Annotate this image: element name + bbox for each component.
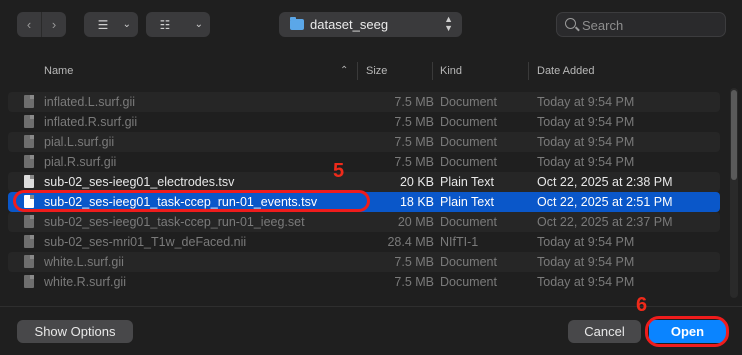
scrollbar[interactable] [730, 88, 738, 298]
file-name: white.L.surf.gii [44, 255, 124, 269]
location-label: dataset_seeg [310, 17, 389, 32]
column-kind[interactable]: Kind [440, 65, 462, 77]
file-date-added: Oct 22, 2025 at 2:51 PM [537, 195, 673, 209]
document-icon [24, 115, 34, 128]
annotation-step-5: 5 [333, 160, 345, 182]
file-row[interactable]: sub-02_ses-ieeg01_electrodes.tsv 20 KB Pla… [8, 172, 720, 192]
column-size[interactable]: Size [366, 65, 387, 77]
file-row[interactable]: sub-02_ses-mri01_T1w_deFaced.nii 28.4 MB N… [8, 232, 720, 252]
chevron-right-icon[interactable]: › [42, 12, 66, 37]
document-icon [24, 135, 34, 148]
chevron-left-icon[interactable]: ‹ [17, 12, 41, 37]
document-icon [24, 255, 34, 268]
file-row[interactable]: sub-02_ses-ieeg01_task-ccep_run-01_ieeg.… [8, 212, 720, 232]
folder-icon [290, 17, 304, 30]
column-header: Name ⌃ Size Kind Date Added [0, 58, 742, 84]
grid-view-button[interactable]: ☷ ⌄ [146, 12, 210, 37]
file-name: white.R.surf.gii [44, 275, 126, 289]
file-size: 7.5 MB [394, 95, 434, 109]
file-size: 7.5 MB [394, 135, 434, 149]
file-size: 7.5 MB [394, 255, 434, 269]
location-popup[interactable]: dataset_seeg ▲ ▼ [279, 12, 462, 37]
file-size: 18 KB [399, 195, 434, 209]
file-date-added: Today at 9:54 PM [537, 155, 635, 169]
document-icon [24, 275, 34, 288]
sort-ascending-icon[interactable]: ⌃ [340, 65, 348, 76]
file-row[interactable]: white.L.surf.gii 7.5 MB Document Today at 9… [8, 252, 720, 272]
file-date-added: Today at 9:54 PM [537, 95, 635, 109]
file-row[interactable]: pial.R.surf.gii 7.5 MB Document Today at 9:… [8, 152, 720, 172]
document-icon [24, 155, 34, 168]
search-placeholder: Search [582, 18, 624, 33]
file-date-added: Today at 9:54 PM [537, 275, 635, 289]
file-size: 28.4 MB [387, 235, 434, 249]
updown-chevron-icon: ▲ ▼ [444, 14, 453, 33]
grid-view-icon: ☷ [159, 17, 171, 32]
cancel-button[interactable]: Cancel [568, 320, 641, 343]
show-options-button[interactable]: Show Options [17, 320, 133, 343]
file-size: 20 MB [397, 215, 434, 229]
column-date-added[interactable]: Date Added [537, 65, 595, 77]
open-file-dialog: ‹ › ☰ ⌄ ☷ ⌄ dataset_seeg ▲ ▼ Search Name … [0, 0, 742, 355]
file-kind: Document [440, 155, 497, 169]
column-name[interactable]: Name [44, 65, 73, 77]
file-date-added: Today at 9:54 PM [537, 255, 635, 269]
file-row[interactable]: inflated.L.surf.gii 7.5 MB Document Today a… [8, 92, 720, 112]
file-kind: Document [440, 215, 497, 229]
file-row[interactable]: inflated.R.surf.gii 7.5 MB Document Today a… [8, 112, 720, 132]
file-name: pial.R.surf.gii [44, 155, 117, 169]
navigation-buttons: ‹ › [17, 12, 66, 37]
file-kind: Document [440, 275, 497, 289]
file-row[interactable]: white.R.surf.gii 7.5 MB Document Today at 9… [8, 272, 720, 292]
file-name: inflated.R.surf.gii [44, 115, 138, 129]
file-date-added: Today at 9:54 PM [537, 235, 635, 249]
file-kind: Document [440, 115, 497, 129]
list-view-button[interactable]: ☰ ⌄ [84, 12, 138, 37]
file-kind: Plain Text [440, 175, 494, 189]
chevron-down-icon: ⌄ [122, 19, 131, 30]
document-icon [24, 215, 34, 228]
file-kind: NIfTI-1 [440, 235, 479, 249]
list-view-icon: ☰ [97, 17, 109, 32]
file-name: sub-02_ses-ieeg01_electrodes.tsv [44, 175, 235, 189]
document-icon [24, 235, 34, 248]
file-kind: Plain Text [440, 195, 494, 209]
chevron-down-icon: ⌄ [194, 19, 203, 30]
file-name: sub-02_ses-mri01_T1w_deFaced.nii [44, 235, 247, 249]
file-name: inflated.L.surf.gii [44, 95, 136, 109]
file-size: 7.5 MB [394, 275, 434, 289]
annotation-ring-open [645, 316, 729, 347]
file-date-added: Oct 22, 2025 at 2:37 PM [537, 215, 673, 229]
search-icon [565, 18, 576, 29]
file-name: pial.L.surf.gii [44, 135, 115, 149]
file-size: 7.5 MB [394, 155, 434, 169]
file-kind: Document [440, 95, 497, 109]
file-size: 20 KB [399, 175, 434, 189]
file-kind: Document [440, 255, 497, 269]
file-name: sub-02_ses-ieeg01_task-ccep_run-01_ieeg.… [44, 215, 305, 229]
annotation-ring-selected-file [13, 190, 370, 212]
document-icon [24, 95, 34, 108]
scrollbar-thumb[interactable] [731, 90, 737, 180]
toolbar: ‹ › ☰ ⌄ ☷ ⌄ dataset_seeg ▲ ▼ Search [0, 0, 742, 52]
file-date-added: Today at 9:54 PM [537, 135, 635, 149]
file-date-added: Today at 9:54 PM [537, 115, 635, 129]
search-field[interactable]: Search [556, 12, 726, 37]
document-icon [24, 175, 34, 188]
file-row[interactable]: pial.L.surf.gii 7.5 MB Document Today at 9:… [8, 132, 720, 152]
annotation-step-6: 6 [636, 294, 648, 316]
file-date-added: Oct 22, 2025 at 2:38 PM [537, 175, 673, 189]
file-kind: Document [440, 135, 497, 149]
file-size: 7.5 MB [394, 115, 434, 129]
